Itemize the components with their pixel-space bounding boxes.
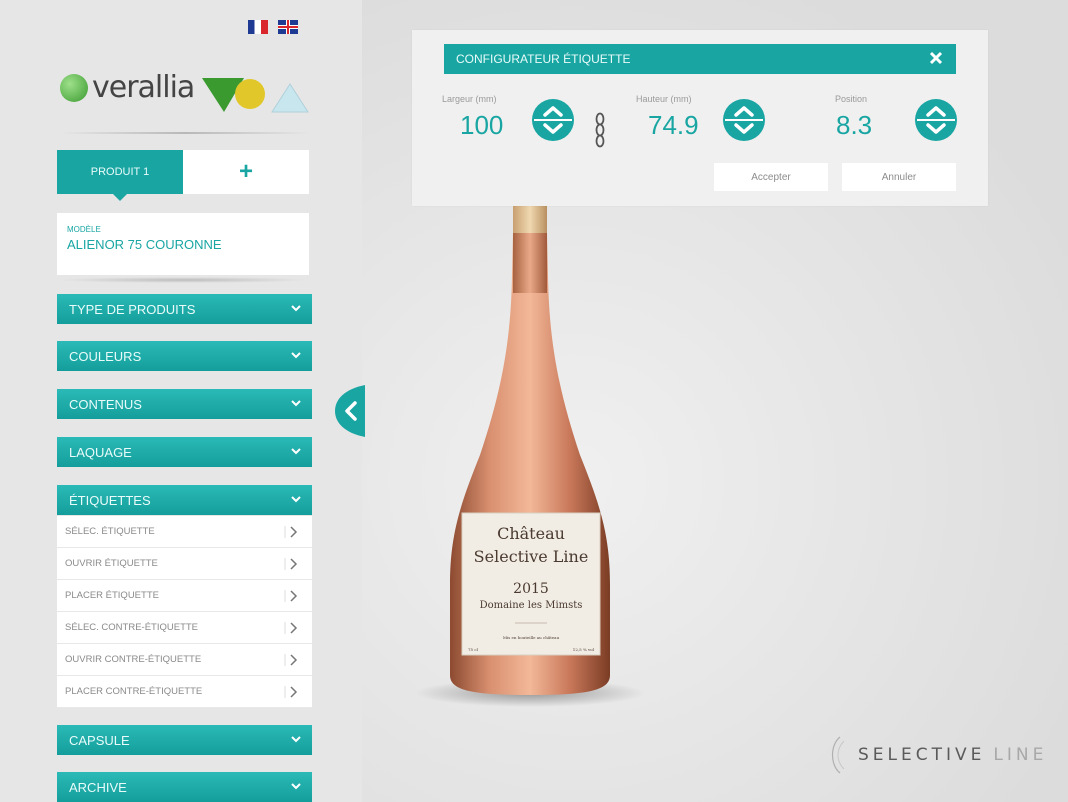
brand-part2: LINE — [993, 745, 1048, 765]
menu-capsule[interactable]: CAPSULE — [57, 725, 312, 755]
menu-laquage[interactable]: LAQUAGE — [57, 437, 312, 467]
menu-label: COULEURS — [69, 348, 142, 364]
largeur-label: Largeur (mm) — [442, 94, 497, 104]
close-icon[interactable] — [928, 50, 944, 66]
submenu-item-label: OUVRIR ÉTIQUETTE — [65, 558, 158, 569]
chevron-down-icon — [291, 352, 301, 359]
chevron-down-icon — [291, 305, 301, 312]
etiquettes-submenu: SÉLEC. ÉTIQUETTE OUVRIR ÉTIQUETTE PLACER… — [57, 516, 312, 708]
sidebar: verallia PRODUIT 1 + MODÈLE ALIENOR 75 C… — [0, 0, 362, 802]
lock-ratio-chain-icon[interactable] — [594, 112, 606, 148]
chevron-right-icon — [284, 654, 298, 666]
label-year: 2015 — [513, 581, 549, 597]
submenu-item-selec-contre-etiquette[interactable]: SÉLEC. CONTRE-ÉTIQUETTE — [57, 612, 312, 644]
product-tabs: PRODUIT 1 + — [57, 150, 309, 201]
submenu-item-ouvrir-etiquette[interactable]: OUVRIR ÉTIQUETTE — [57, 548, 312, 580]
chevron-down-icon — [291, 496, 301, 503]
verallia-logo: verallia — [60, 70, 195, 105]
language-switcher — [248, 20, 298, 34]
french-flag-icon[interactable] — [248, 20, 268, 34]
menu-archive[interactable]: ARCHIVE — [57, 772, 312, 802]
uk-flag-icon[interactable] — [278, 20, 298, 34]
position-stepper[interactable] — [914, 98, 958, 142]
label-line2: Selective Line — [474, 547, 589, 566]
chevron-down-icon — [291, 736, 301, 743]
menu-label: LAQUAGE — [69, 444, 132, 460]
submenu-item-placer-etiquette[interactable]: PLACER ÉTIQUETTE — [57, 580, 312, 612]
menu-label: ARCHIVE — [69, 779, 127, 795]
model-label: MODÈLE — [67, 225, 101, 234]
position-label: Position — [835, 94, 868, 104]
submenu-item-placer-contre-etiquette[interactable]: PLACER CONTRE-ÉTIQUETTE — [57, 676, 312, 708]
hauteur-stepper[interactable] — [722, 98, 766, 142]
chevron-right-icon — [284, 686, 298, 698]
divider — [60, 132, 310, 134]
menu-contenus[interactable]: CONTENUS — [57, 389, 312, 419]
collapse-sidebar-button[interactable] — [335, 385, 365, 437]
chevron-down-icon — [291, 783, 301, 790]
add-product-button[interactable]: + — [183, 150, 309, 194]
submenu-item-label: PLACER CONTRE-ÉTIQUETTE — [65, 686, 203, 697]
bottle-preview: Château Selective Line 2015 Domaine les … — [415, 205, 645, 707]
submenu-item-label: PLACER ÉTIQUETTE — [65, 590, 159, 601]
position-value[interactable]: 8.3 — [836, 110, 872, 141]
model-panel: MODÈLE ALIENOR 75 COURONNE — [57, 213, 309, 275]
chevron-right-icon — [284, 558, 298, 570]
submenu-item-label: OUVRIR CONTRE-ÉTIQUETTE — [65, 654, 202, 665]
hauteur-label: Hauteur (mm) — [636, 94, 692, 104]
menu-label: ÉTIQUETTES — [69, 492, 151, 508]
chevron-down-icon — [291, 448, 301, 455]
label-domain: Domaine les Mimsts — [480, 600, 583, 611]
panel-shadow — [57, 277, 309, 283]
selective-line-logo: SELECTIVE LINE — [826, 735, 1047, 775]
menu-type-de-produits[interactable]: TYPE DE PRODUITS — [57, 294, 312, 324]
cancel-button[interactable]: Annuler — [842, 163, 956, 191]
tab-product-1[interactable]: PRODUIT 1 — [57, 150, 183, 201]
largeur-stepper[interactable] — [531, 98, 575, 142]
chevron-right-icon — [284, 590, 298, 602]
menu-etiquettes[interactable]: ÉTIQUETTES — [57, 485, 312, 515]
chevron-right-icon — [284, 526, 298, 538]
logo-text: verallia — [92, 70, 195, 105]
chevron-right-icon — [284, 622, 298, 634]
configurator-header: CONFIGURATEUR ÉTIQUETTE — [444, 44, 956, 74]
verallia-drop-icon — [60, 73, 88, 102]
configurator-title: CONFIGURATEUR ÉTIQUETTE — [456, 52, 631, 66]
label-left-volume: 75 cl — [468, 647, 479, 652]
label-right-volume: 12,5 % vol — [573, 647, 595, 652]
largeur-value[interactable]: 100 — [460, 110, 503, 141]
menu-label: CAPSULE — [69, 732, 130, 748]
brand-part1: SELECTIVE — [858, 745, 986, 765]
submenu-item-label: SÉLEC. CONTRE-ÉTIQUETTE — [65, 622, 199, 633]
submenu-item-ouvrir-contre-etiquette[interactable]: OUVRIR CONTRE-ÉTIQUETTE — [57, 644, 312, 676]
menu-couleurs[interactable]: COULEURS — [57, 341, 312, 371]
selective-line-mark-icon — [831, 736, 845, 774]
submenu-item-selec-etiquette[interactable]: SÉLEC. ÉTIQUETTE — [57, 516, 312, 548]
partner-logo-icon — [202, 78, 309, 113]
hauteur-value[interactable]: 74.9 — [648, 110, 699, 141]
accept-button[interactable]: Accepter — [714, 163, 828, 191]
menu-label: TYPE DE PRODUITS — [69, 301, 196, 317]
chevron-down-icon — [291, 400, 301, 407]
menu-label: CONTENUS — [69, 396, 142, 412]
label-line1: Château — [497, 524, 565, 543]
label-small: Mis en bouteille au château — [503, 635, 560, 640]
submenu-item-label: SÉLEC. ÉTIQUETTE — [65, 526, 155, 537]
model-value: ALIENOR 75 COURONNE — [67, 237, 222, 252]
